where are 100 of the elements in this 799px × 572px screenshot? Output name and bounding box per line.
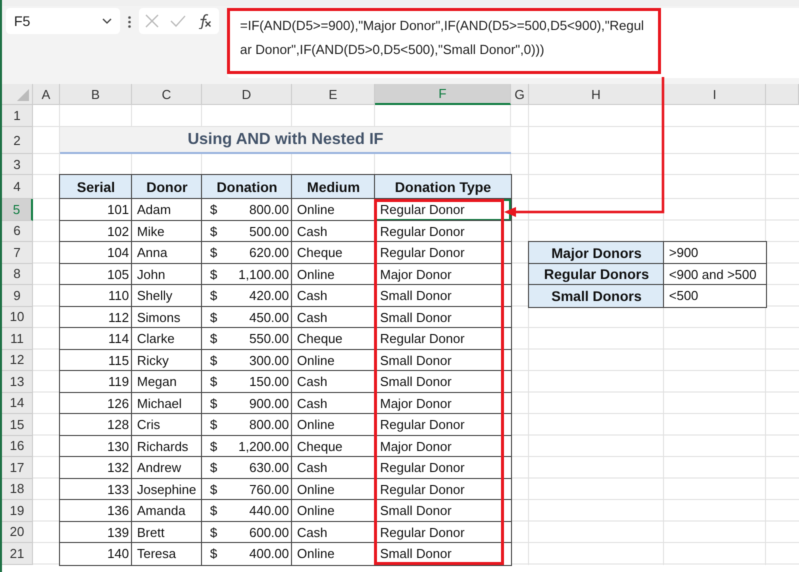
row-header[interactable]: 2 <box>2 127 33 154</box>
table-cell[interactable]: Regular Donor <box>375 414 511 436</box>
column-heading: Donation <box>202 175 292 199</box>
row-header[interactable]: 15 <box>2 414 33 436</box>
table-cell: Cris <box>132 414 202 436</box>
table-cell[interactable]: Regular Donor <box>375 522 511 543</box>
table-cell: Amanda <box>132 500 202 522</box>
row-header[interactable]: 14 <box>2 392 33 414</box>
name-box[interactable]: F5 <box>6 8 120 34</box>
amount: 760.00 <box>249 482 289 497</box>
table-cell: 110 <box>60 285 132 306</box>
currency-symbol: $ <box>210 374 218 390</box>
table-cell: Megan <box>132 371 202 392</box>
table-cell: 139 <box>60 522 132 543</box>
table-cell: Online <box>292 350 375 371</box>
table-cell[interactable]: Major Donor <box>375 392 511 414</box>
criteria-label: Regular Donors <box>529 264 664 285</box>
insert-function-icon[interactable] <box>197 13 214 29</box>
criteria-label: Small Donors <box>529 285 664 306</box>
table-cell[interactable]: Regular Donor <box>375 242 511 264</box>
currency-symbol: $ <box>210 266 218 282</box>
row-header[interactable]: 3 <box>2 154 33 175</box>
row-header[interactable]: 19 <box>2 500 33 522</box>
row-header[interactable]: 4 <box>2 175 33 199</box>
table-cell: Anna <box>132 242 202 264</box>
amount: 440.00 <box>249 503 289 518</box>
criteria-label: Major Donors <box>529 242 664 264</box>
currency-symbol: $ <box>210 503 218 518</box>
table-cell[interactable]: Small Donor <box>375 350 511 371</box>
row-header[interactable]: 18 <box>2 478 33 500</box>
check-icon[interactable] <box>170 15 186 27</box>
select-all-button[interactable] <box>2 84 33 105</box>
table-cell: 140 <box>60 543 132 564</box>
amount: 630.00 <box>249 460 289 476</box>
formula-input[interactable]: =IF(AND(D5>=900),"Major Donor",IF(AND(D5>=500,D5<900),"Regular Donor",IF(AND(D5>0,D5<500),"Small Donor",0))) <box>227 8 661 74</box>
column-header[interactable]: G <box>511 84 529 105</box>
amount: 600.00 <box>249 524 289 540</box>
row-header[interactable]: 9 <box>2 285 33 306</box>
row-header[interactable]: 21 <box>2 543 33 564</box>
currency-symbol: $ <box>210 245 218 260</box>
amount: 800.00 <box>249 202 289 218</box>
row-header[interactable]: 11 <box>2 328 33 350</box>
table-cell: 102 <box>60 220 132 242</box>
row-header[interactable]: 6 <box>2 220 33 242</box>
table-cell: 132 <box>60 457 132 478</box>
table-cell: Josephine <box>132 478 202 500</box>
cancel-icon[interactable] <box>144 14 159 28</box>
more-options-icon[interactable] <box>128 16 131 28</box>
table-cell[interactable]: Regular Donor <box>375 220 511 242</box>
table-cell: 126 <box>60 392 132 414</box>
chevron-down-icon[interactable] <box>102 18 112 24</box>
table-cell[interactable]: Regular Donor <box>375 328 511 350</box>
column-heading: Serial <box>60 175 132 199</box>
currency-symbol: $ <box>210 417 218 432</box>
row-header[interactable]: 20 <box>2 522 33 543</box>
table-cell[interactable]: Major Donor <box>375 264 511 285</box>
table-cell: Ricky <box>132 350 202 371</box>
table-cell: 101 <box>60 199 132 220</box>
table-cell[interactable]: Small Donor <box>375 500 511 522</box>
currency-symbol: $ <box>210 288 218 304</box>
row-header[interactable]: 8 <box>2 264 33 285</box>
column-header[interactable]: E <box>292 84 375 105</box>
column-header[interactable]: H <box>529 84 664 105</box>
table-cell: 136 <box>60 500 132 522</box>
column-header[interactable]: A <box>33 84 60 105</box>
criteria-value: <900 and >500 <box>664 264 766 285</box>
row-header[interactable]: 1 <box>2 105 33 127</box>
column-header[interactable]: I <box>664 84 766 105</box>
table-cell: Online <box>292 478 375 500</box>
table-cell: 115 <box>60 350 132 371</box>
table-cell: Cash <box>292 220 375 242</box>
row-header[interactable]: 10 <box>2 306 33 328</box>
amount: 1,200.00 <box>238 438 289 454</box>
currency-symbol: $ <box>210 546 218 562</box>
amount: 150.00 <box>249 374 289 390</box>
table-cell[interactable]: Small Donor <box>375 306 511 328</box>
column-header[interactable]: D <box>202 84 292 105</box>
column-header[interactable]: B <box>60 84 132 105</box>
table-cell[interactable]: Regular Donor <box>375 457 511 478</box>
row-header[interactable]: 17 <box>2 457 33 478</box>
currency-symbol: $ <box>210 352 218 368</box>
table-cell: Cash <box>292 306 375 328</box>
row-header[interactable]: 7 <box>2 242 33 264</box>
row-header[interactable]: 13 <box>2 371 33 392</box>
column-header[interactable] <box>766 84 799 105</box>
table-cell: Brett <box>132 522 202 543</box>
table-cell[interactable]: Small Donor <box>375 371 511 392</box>
row-header[interactable]: 12 <box>2 350 33 371</box>
table-cell[interactable]: Major Donor <box>375 436 511 457</box>
column-header[interactable]: C <box>132 84 202 105</box>
amount: 500.00 <box>249 224 289 239</box>
table-cell: Mike <box>132 220 202 242</box>
table-cell: Simons <box>132 306 202 328</box>
amount: 800.00 <box>249 417 289 432</box>
row-header[interactable]: 16 <box>2 436 33 457</box>
table-cell[interactable]: Regular Donor <box>375 478 511 500</box>
table-cell: Online <box>292 264 375 285</box>
table-cell[interactable]: Small Donor <box>375 285 511 306</box>
table-cell: Teresa <box>132 543 202 564</box>
currency-symbol: $ <box>210 396 218 411</box>
